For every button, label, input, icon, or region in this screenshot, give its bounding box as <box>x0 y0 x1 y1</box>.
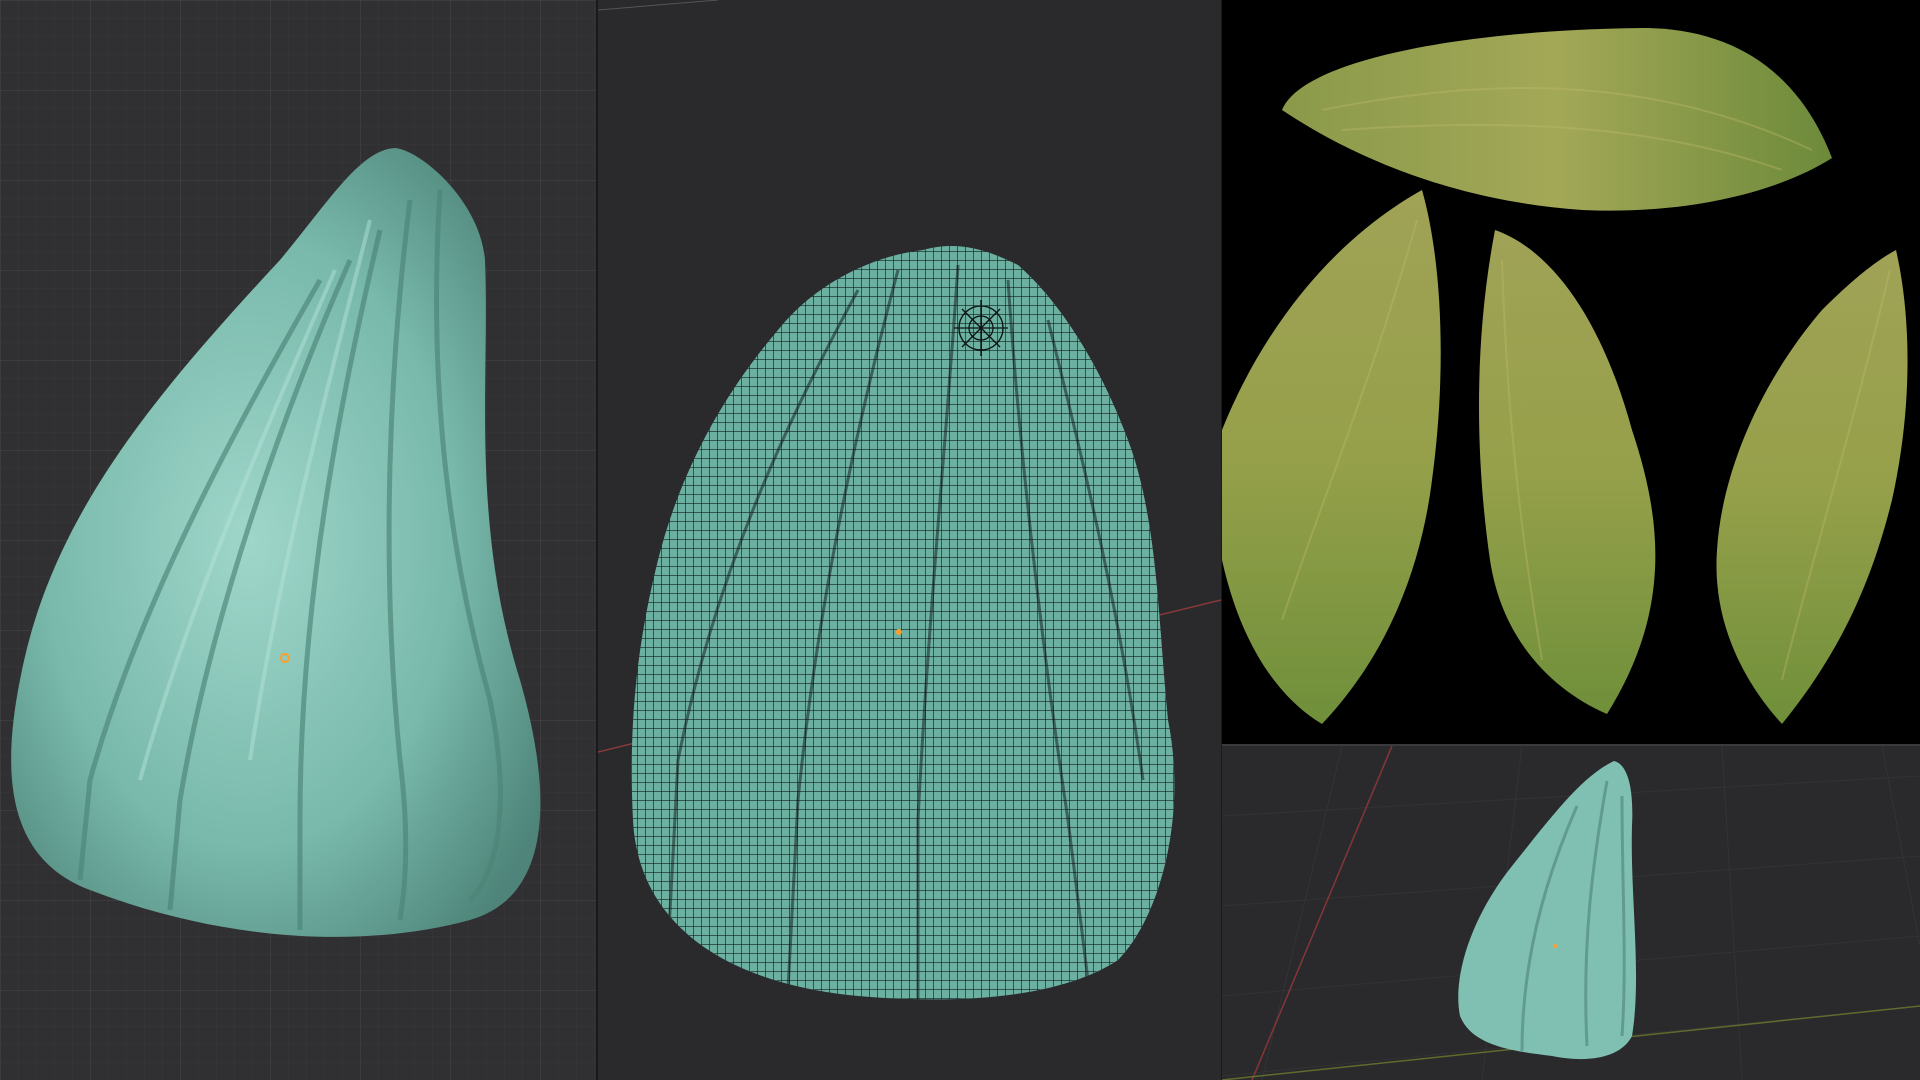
panel-divider-vertical-2[interactable] <box>1221 0 1222 1080</box>
viewport-edge-line <box>598 0 719 11</box>
sculpt-preview-model[interactable] <box>1458 761 1637 1060</box>
object-origin <box>1553 944 1557 948</box>
perspective-viewport[interactable] <box>1222 746 1920 1080</box>
wireframe-viewport-canvas <box>598 0 1221 1000</box>
perspective-viewport-canvas <box>1222 746 1920 1080</box>
panel-divider-horizontal[interactable] <box>1222 744 1920 746</box>
sculpt-viewport-canvas <box>0 0 596 1080</box>
app-canvas <box>0 0 1920 1080</box>
texture-canvas <box>1222 0 1920 744</box>
x-axis-line <box>1251 746 1393 1080</box>
object-origin <box>896 629 902 635</box>
wireframe-edges <box>631 245 1175 1000</box>
sculpt-viewport[interactable] <box>0 0 596 1080</box>
wireframe-viewport[interactable] <box>598 0 1221 1080</box>
panel-divider-vertical-1[interactable] <box>596 0 598 1080</box>
texture-uv-view[interactable] <box>1222 0 1920 744</box>
